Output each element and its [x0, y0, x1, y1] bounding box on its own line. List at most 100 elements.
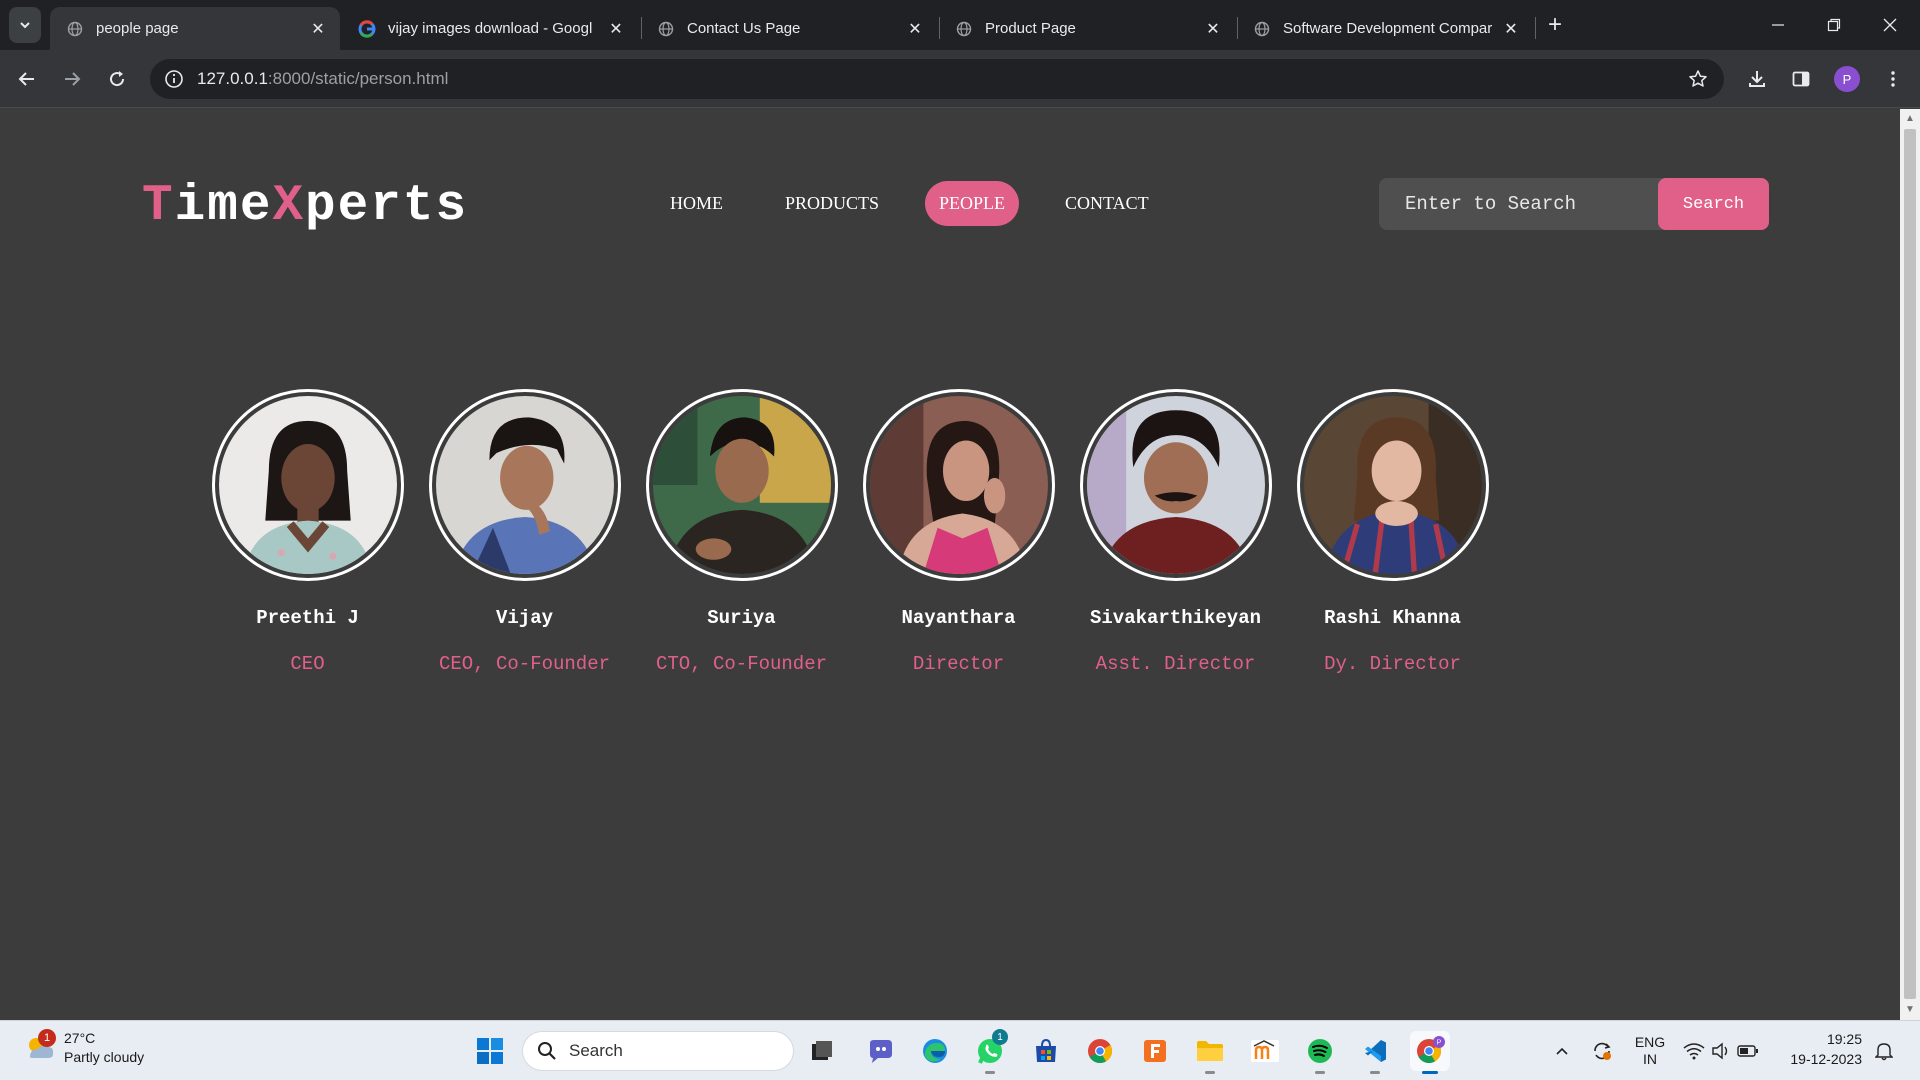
windows-taskbar: 1 27°C Partly cloudy Search 1 P ENG IN 1… [0, 1020, 1920, 1080]
back-button[interactable] [10, 62, 44, 96]
tab-vijay-images[interactable]: vijay images download - Googl ✕ [342, 7, 638, 50]
system-clock[interactable]: 19:25 19-12-2023 [1782, 1029, 1862, 1069]
scroll-down-icon[interactable]: ▼ [1904, 1004, 1916, 1016]
reload-button[interactable] [100, 62, 134, 96]
person-role: Asst. Director [1095, 653, 1256, 675]
whatsapp-app[interactable]: 1 [970, 1029, 1010, 1074]
taskbar-search[interactable]: Search [522, 1031, 794, 1071]
restore-button[interactable] [1806, 0, 1862, 50]
chrome-app[interactable] [1080, 1031, 1120, 1071]
person-name: Nayanthara [901, 607, 1016, 629]
minimize-button[interactable] [1750, 0, 1806, 50]
clock-date: 19-12-2023 [1790, 1051, 1862, 1067]
vscode-app[interactable] [1355, 1031, 1395, 1074]
start-button[interactable] [470, 1031, 510, 1071]
search-button[interactable]: Search [1658, 178, 1769, 230]
show-hidden-icons-button[interactable] [1548, 1021, 1576, 1080]
minimize-icon [1772, 24, 1784, 26]
close-window-button[interactable] [1862, 0, 1918, 50]
person-name: Preethi J [256, 607, 359, 629]
close-tab-icon[interactable]: ✕ [905, 19, 925, 39]
windows-logo-icon [477, 1038, 503, 1064]
chrome-icon: P [1417, 1036, 1445, 1064]
person-role: CEO, Co-Founder [438, 653, 611, 675]
nav-home[interactable]: HOME [654, 181, 739, 226]
person-role: Director [912, 653, 1005, 675]
browser-tab-strip: people page ✕ vijay images download - Go… [0, 0, 1920, 50]
teams-app[interactable] [860, 1031, 900, 1071]
person-card: Rashi Khanna Dy. Director [1284, 389, 1501, 675]
person-photo [1079, 389, 1272, 581]
clock-time: 19:25 [1826, 1031, 1862, 1047]
site-info-icon[interactable] [162, 67, 186, 91]
forward-button[interactable] [55, 62, 89, 96]
scroll-thumb[interactable] [1904, 129, 1916, 999]
weather-widget[interactable]: 1 27°C Partly cloudy [22, 1029, 144, 1067]
menu-button[interactable] [1876, 62, 1910, 96]
close-tab-icon[interactable]: ✕ [1203, 19, 1223, 39]
nav-people[interactable]: PEOPLE [925, 180, 1020, 226]
nav-products[interactable]: PRODUCTS [769, 181, 895, 226]
sync-tray-button[interactable] [1588, 1021, 1616, 1080]
person-role: Dy. Director [1324, 653, 1461, 675]
close-tab-icon[interactable]: ✕ [606, 19, 626, 39]
person-photo [1296, 389, 1489, 581]
moodle-icon [1251, 1040, 1279, 1062]
tab-product-page[interactable]: Product Page ✕ [939, 7, 1235, 50]
spotify-app[interactable] [1300, 1031, 1340, 1074]
url-text: 127.0.0.1:8000/static/person.html [197, 69, 449, 88]
site-logo[interactable]: TimeXperts [142, 178, 468, 235]
teams-chat-icon [870, 1040, 892, 1063]
person-card: Preethi J CEO [199, 389, 416, 675]
fusion-360-icon [1144, 1040, 1166, 1062]
chrome-profile-app[interactable]: P [1410, 1031, 1450, 1074]
language-indicator[interactable]: ENG IN [1628, 1021, 1672, 1080]
microsoft-store-app[interactable] [1026, 1031, 1066, 1071]
address-bar[interactable]: 127.0.0.1:8000/static/person.html [150, 59, 1724, 99]
close-tab-icon[interactable]: ✕ [1501, 19, 1521, 39]
spotify-icon [1308, 1039, 1332, 1063]
tab-people-page[interactable]: people page ✕ [50, 7, 340, 50]
tab-contact-us[interactable]: Contact Us Page ✕ [641, 7, 937, 50]
svg-text:P: P [1437, 1040, 1442, 1047]
people-list: Preethi J CEO Vijay CEO, Co-Founder Suri… [199, 389, 1501, 675]
search-form: Search [1379, 178, 1769, 230]
search-input[interactable] [1379, 178, 1659, 230]
web-page: TimeXperts HOME PRODUCTS PEOPLE CONTACT … [0, 109, 1900, 1020]
main-nav: HOME PRODUCTS PEOPLE CONTACT [654, 180, 1195, 226]
tab-title: Product Page [985, 20, 1076, 37]
person-photo [645, 389, 838, 581]
browser-toolbar: 127.0.0.1:8000/static/person.html P [0, 50, 1920, 108]
reload-icon [110, 71, 125, 87]
profile-button[interactable]: P [1830, 62, 1864, 96]
edge-app[interactable] [915, 1031, 955, 1071]
person-card: Nayanthara Director [850, 389, 1067, 675]
scroll-up-icon[interactable]: ▲ [1904, 113, 1916, 125]
person-name: Rashi Khanna [1324, 607, 1461, 629]
volume-icon [1712, 1042, 1728, 1060]
page-scrollbar[interactable]: ▲ ▼ [1900, 109, 1920, 1020]
globe-icon [1253, 20, 1271, 38]
fusion360-app[interactable] [1135, 1031, 1175, 1071]
tab-search-button[interactable] [9, 7, 41, 43]
person-photo [428, 389, 621, 581]
person-card: Vijay CEO, Co-Founder [416, 389, 633, 675]
close-tab-icon[interactable]: ✕ [308, 19, 328, 39]
side-panel-button[interactable] [1784, 62, 1818, 96]
new-tab-button[interactable]: + [1540, 10, 1570, 40]
task-view-app[interactable] [802, 1031, 842, 1071]
chrome-icon [1088, 1039, 1113, 1064]
chevron-down-icon [20, 22, 30, 29]
weather-temperature: 27°C [64, 1030, 96, 1046]
edge-icon [923, 1039, 947, 1063]
bookmark-star-icon[interactable] [1686, 67, 1710, 91]
weather-condition: Partly cloudy [64, 1049, 145, 1065]
running-indicator [985, 1071, 995, 1074]
tab-software-development[interactable]: Software Development Compar ✕ [1237, 7, 1533, 50]
moodle-app[interactable] [1245, 1031, 1285, 1071]
downloads-button[interactable] [1740, 62, 1774, 96]
quick-settings-button[interactable] [1682, 1021, 1760, 1080]
notifications-button[interactable] [1870, 1021, 1898, 1080]
file-explorer-app[interactable] [1190, 1031, 1230, 1074]
nav-contact[interactable]: CONTACT [1049, 181, 1165, 226]
